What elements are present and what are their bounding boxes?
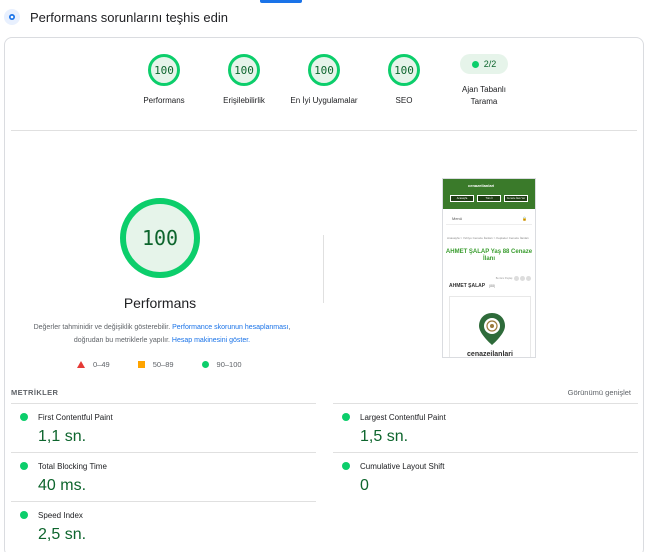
- metric-label: Total Blocking Time: [38, 462, 107, 471]
- thumb-divider: [446, 224, 532, 225]
- legend-average: 50–89: [137, 360, 174, 369]
- thumb-share-icons: Bu ilanı Paylaş:: [496, 276, 531, 281]
- metric-divider: [11, 403, 316, 404]
- metric-value: 1,5 sn.: [360, 428, 409, 445]
- pass-circle-icon: [342, 462, 350, 470]
- category-accessibility[interactable]: 100 Erişilebilirlik: [199, 54, 289, 107]
- section-title: Performans sorunlarını teşhis edin: [30, 10, 228, 25]
- score-calculation-link[interactable]: Performance skorunun hesaplanması: [172, 324, 288, 331]
- score-gauge: 100: [148, 54, 180, 86]
- thumb-nav-button: Cenaze İlanı Ver: [504, 195, 528, 202]
- category-seo[interactable]: 100 SEO: [359, 54, 449, 107]
- metric-label: Speed Index: [38, 511, 83, 520]
- metric-value: 1,1 sn.: [38, 428, 87, 445]
- metric-label: Largest Contentful Paint: [360, 413, 446, 422]
- category-agentic-browsing[interactable]: 2/2 Ajan Tabanlı Tarama: [439, 48, 529, 108]
- performance-title: Performans: [123, 295, 197, 311]
- category-label: SEO: [395, 96, 413, 105]
- category-label: En İyi Uygulamalar: [290, 96, 358, 105]
- thumb-site-header: cenazeilanlari Anasayfa Tüm İl Cenaze İl…: [443, 179, 535, 209]
- score-gauge: 100: [228, 54, 260, 86]
- category-label: Ajan Tabanlı Tarama: [462, 85, 506, 106]
- share-icon: [520, 276, 525, 281]
- average-square-icon: [137, 361, 145, 368]
- pass-circle-icon: [201, 361, 209, 368]
- legend-fail: 0–49: [77, 360, 110, 369]
- divider: [11, 130, 637, 131]
- diagnose-icon: [4, 9, 20, 25]
- legend-pass: 90–100: [201, 360, 242, 369]
- metric-lcp: Largest Contentful Paint 1,5 sn.: [333, 403, 638, 452]
- metric-label: Cumulative Layout Shift: [360, 462, 445, 471]
- pass-dot-icon: [471, 60, 479, 68]
- vertical-divider: [323, 235, 324, 303]
- pwa-badge: 2/2: [460, 54, 508, 74]
- metric-si: Speed Index 2,5 sn.: [11, 501, 316, 550]
- thumb-nav-button: Anasayfa: [450, 195, 474, 202]
- thumb-site-logo: cenazeilanlari: [468, 183, 495, 188]
- thumb-share-label: Bu ilanı Paylaş:: [495, 277, 513, 280]
- thumb-nav-button: Tüm İl: [477, 195, 501, 202]
- metric-cls: Cumulative Layout Shift 0: [333, 452, 638, 501]
- metric-fcp: First Contentful Paint 1,1 sn.: [11, 403, 316, 452]
- metric-value: 0: [360, 477, 369, 494]
- share-icon: [526, 276, 531, 281]
- pass-circle-icon: [342, 413, 350, 421]
- category-label: Performans: [143, 96, 185, 105]
- location-pin-icon: [479, 313, 505, 345]
- metric-divider: [333, 403, 638, 404]
- pwa-score: 2/2: [483, 59, 497, 69]
- metric-divider: [11, 452, 316, 453]
- metric-value: 2,5 sn.: [38, 526, 87, 543]
- category-performance[interactable]: 100 Performans: [119, 54, 209, 107]
- category-label: Erişilebilirlik: [223, 96, 265, 105]
- score-legend: 0–49 50–89 90–100: [77, 360, 270, 369]
- final-screenshot-thumbnail[interactable]: cenazeilanlari Anasayfa Tüm İl Cenaze İl…: [442, 178, 536, 358]
- report-card: 100 Performans 100 Erişilebilirlik 100 E…: [4, 37, 644, 552]
- active-tab-indicator: [260, 0, 302, 3]
- pass-circle-icon: [20, 413, 28, 421]
- pass-circle-icon: [20, 511, 28, 519]
- thumb-nav-buttons: Anasayfa Tüm İl Cenaze İlanı Ver: [450, 195, 528, 202]
- category-best-practices[interactable]: 100 En İyi Uygulamalar: [279, 54, 369, 107]
- performance-score-gauge: 100: [120, 198, 200, 278]
- thumb-headline: AHMET ŞALAP Yaş 88 Cenaze İlanı: [445, 249, 533, 262]
- thumb-brand-text: cenazeilanlari: [467, 351, 513, 358]
- share-icon: [514, 276, 519, 281]
- metric-tbt: Total Blocking Time 40 ms.: [11, 452, 316, 501]
- metric-label: First Contentful Paint: [38, 413, 113, 422]
- thumb-person-age: (88): [489, 284, 496, 288]
- pass-circle-icon: [20, 462, 28, 470]
- score-gauge: 100: [308, 54, 340, 86]
- thumb-lock-icon: 🔒: [522, 216, 527, 221]
- expand-view-toggle[interactable]: Görünümü genişlet: [568, 388, 631, 397]
- thumb-breadcrumb: Anasayfa > Yehiyo Cenaze İlanları > Keşk…: [447, 236, 529, 240]
- metric-value: 40 ms.: [38, 477, 87, 494]
- calculator-link[interactable]: Hesap makinesini göster.: [172, 337, 250, 344]
- description-text: Değerler tahminidir ve değişiklik göster…: [33, 324, 171, 331]
- metric-divider: [11, 501, 316, 502]
- score-description: Değerler tahminidir ve değişiklik göster…: [27, 321, 297, 347]
- score-gauge: 100: [388, 54, 420, 86]
- thumb-image-box: cenazeilanlari: [449, 296, 531, 358]
- thumb-menu-label: Menü: [452, 216, 463, 221]
- metric-divider: [333, 452, 638, 453]
- metrics-heading: METRİKLER: [11, 388, 59, 397]
- thumb-person-name: AHMET ŞALAP: [449, 283, 486, 289]
- category-gauges: 100 Performans 100 Erişilebilirlik 100 E…: [5, 38, 643, 130]
- fail-triangle-icon: [77, 361, 85, 368]
